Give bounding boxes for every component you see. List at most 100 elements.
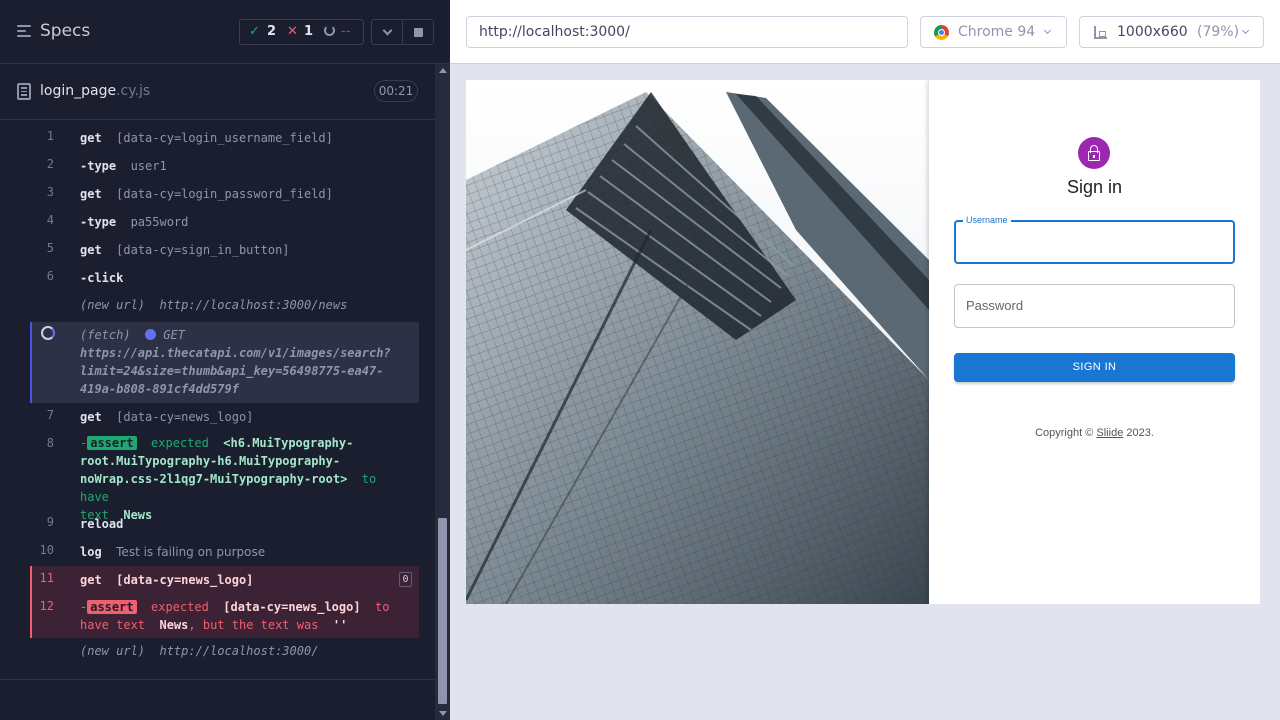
command-number: 6 bbox=[46, 269, 54, 283]
pending-count: -- bbox=[341, 24, 351, 39]
username-input[interactable] bbox=[956, 222, 1233, 262]
assert-expected: expected bbox=[151, 436, 209, 450]
command-arg: [data-cy=news_logo] bbox=[116, 573, 254, 587]
fetch-row[interactable]: (fetch) GET https://api.thecatapi.com/v1… bbox=[30, 322, 419, 403]
specs-list-icon[interactable] bbox=[17, 25, 32, 39]
command-number: 1 bbox=[46, 129, 54, 143]
command-row[interactable]: 10 log Test is failing on purpose bbox=[30, 541, 419, 569]
app-under-test: Sign in Username Password SIGN IN Copyri… bbox=[466, 80, 1260, 604]
url-bar[interactable]: http://localhost:3000/ bbox=[466, 16, 908, 48]
building-hero-image bbox=[466, 80, 929, 604]
chevron-down-icon bbox=[1043, 26, 1052, 35]
command-number: 2 bbox=[46, 157, 54, 171]
viewport-zoom: (79%) bbox=[1197, 24, 1240, 40]
command-name: get bbox=[80, 410, 102, 424]
copyright-suffix: 2023. bbox=[1126, 427, 1154, 439]
assert-but: , but the text was bbox=[188, 618, 319, 632]
command-number: 8 bbox=[46, 436, 54, 450]
command-name: get bbox=[80, 131, 102, 145]
assert-badge: assert bbox=[87, 436, 137, 450]
loading-spinner-icon bbox=[41, 326, 55, 340]
failed-count: 1 bbox=[304, 24, 314, 39]
command-row[interactable]: 9 reload bbox=[30, 513, 419, 541]
specs-title[interactable]: Specs bbox=[40, 21, 90, 41]
spec-file-bar: login_page.cy.js bbox=[0, 65, 435, 120]
file-icon bbox=[17, 83, 31, 100]
assert-pass-row[interactable]: 8 - assert expected <h6.MuiTypography- ro… bbox=[30, 431, 419, 522]
failed-x-icon: ✕ bbox=[287, 24, 298, 39]
run-timer: 00:21 bbox=[374, 80, 418, 102]
password-field[interactable]: Password bbox=[954, 284, 1235, 328]
assert-dash: - bbox=[80, 600, 88, 614]
spec-file-basename: login_page bbox=[40, 83, 117, 99]
new-url-row[interactable]: (new url) http://localhost:3000/news bbox=[30, 296, 419, 322]
command-number: 11 bbox=[39, 571, 54, 585]
command-list: 1 get [data-cy=login_username_field] 2 -… bbox=[30, 123, 419, 667]
scroll-down-arrow-icon[interactable] bbox=[439, 711, 447, 716]
command-number: 7 bbox=[46, 408, 54, 422]
command-name: get bbox=[80, 573, 102, 587]
copyright-text: Copyright © Sliide 2023. bbox=[929, 427, 1260, 439]
command-arg: [data-cy=login_password_field] bbox=[116, 187, 333, 201]
command-number: 12 bbox=[39, 599, 54, 613]
assert-dash: - bbox=[80, 436, 88, 450]
command-row[interactable]: 1 get [data-cy=login_username_field] bbox=[30, 129, 419, 157]
command-number: 5 bbox=[46, 241, 54, 255]
app-preview: http://localhost:3000/ Chrome 94 1000x66… bbox=[450, 0, 1280, 720]
reporter-scrollbar[interactable] bbox=[435, 64, 450, 720]
new-url-row[interactable]: (new url) http://localhost:3000/ bbox=[30, 642, 419, 667]
chevron-down-icon bbox=[1241, 26, 1250, 35]
expand-collapse-button[interactable] bbox=[371, 19, 403, 45]
fetch-status-dot-icon bbox=[145, 329, 157, 340]
passed-count: 2 bbox=[267, 24, 277, 39]
viewport-ruler-icon bbox=[1094, 26, 1107, 39]
assert-badge: assert bbox=[87, 600, 137, 614]
test-stats: ✓ 2 ✕ 1 -- bbox=[239, 19, 364, 45]
reporter-footer bbox=[0, 679, 435, 720]
new-url-value: http://localhost:3000/ bbox=[159, 644, 319, 658]
username-field[interactable]: Username bbox=[954, 215, 1235, 264]
spec-file-name[interactable]: login_page.cy.js bbox=[40, 83, 150, 99]
viewport-selector[interactable]: 1000x660 (79%) bbox=[1079, 16, 1264, 48]
assert-subject: root.MuiTypography-h6.MuiTypography- bbox=[80, 454, 341, 468]
viewport-size: 1000x660 bbox=[1117, 24, 1188, 40]
command-number: 10 bbox=[39, 543, 54, 557]
command-row[interactable]: 6 -click bbox=[30, 269, 419, 297]
assert-have-text: have text bbox=[80, 618, 146, 632]
command-number: 4 bbox=[46, 213, 54, 227]
chevron-down-icon bbox=[382, 25, 393, 36]
sign-in-panel: Sign in Username Password SIGN IN Copyri… bbox=[929, 80, 1260, 604]
chrome-icon bbox=[934, 25, 949, 40]
sign-in-button[interactable]: SIGN IN bbox=[954, 353, 1235, 382]
command-row[interactable]: 3 get [data-cy=login_password_field] bbox=[30, 185, 419, 213]
stop-button[interactable] bbox=[402, 19, 434, 45]
command-arg: Test is failing on purpose bbox=[116, 545, 266, 559]
copyright-link[interactable]: Sliide bbox=[1096, 427, 1123, 439]
command-arg: [data-cy=sign_in_button] bbox=[116, 243, 290, 257]
command-number: 3 bbox=[46, 185, 54, 199]
command-row[interactable]: 5 get [data-cy=sign_in_button] bbox=[30, 241, 419, 269]
fetch-label: (fetch) bbox=[80, 328, 131, 342]
browser-selector[interactable]: Chrome 94 bbox=[920, 16, 1067, 48]
new-url-value: http://localhost:3000/news bbox=[159, 298, 348, 312]
assert-subject: noWrap.css-2l1qg7-MuiTypography-root> bbox=[80, 472, 348, 486]
failed-assert-row[interactable]: 12 - assert expected [data-cy=news_logo] … bbox=[30, 594, 419, 638]
command-row[interactable]: 2 -type user1 bbox=[30, 157, 419, 185]
new-url-label: (new url) bbox=[80, 644, 146, 658]
preview-toolbar: http://localhost:3000/ Chrome 94 1000x66… bbox=[450, 0, 1280, 64]
command-row[interactable]: 7 get [data-cy=news_logo] bbox=[30, 403, 419, 431]
element-count-badge: 0 bbox=[399, 572, 412, 587]
command-name: reload bbox=[80, 517, 124, 531]
scrollbar-thumb[interactable] bbox=[438, 518, 447, 704]
failed-command-row[interactable]: 11 get [data-cy=news_logo] 0 bbox=[30, 566, 419, 594]
sign-in-title: Sign in bbox=[1066, 177, 1123, 197]
copyright-prefix: Copyright © bbox=[1035, 427, 1094, 439]
passed-check-icon: ✓ bbox=[249, 24, 260, 39]
scroll-up-arrow-icon[interactable] bbox=[439, 68, 447, 73]
browser-label: Chrome 94 bbox=[958, 24, 1036, 40]
command-row[interactable]: 4 -type pa55word bbox=[30, 213, 419, 241]
command-name: -type bbox=[80, 159, 117, 173]
assert-to: to bbox=[375, 600, 390, 614]
password-input[interactable] bbox=[955, 285, 1234, 327]
assert-actual: '' bbox=[332, 618, 348, 632]
